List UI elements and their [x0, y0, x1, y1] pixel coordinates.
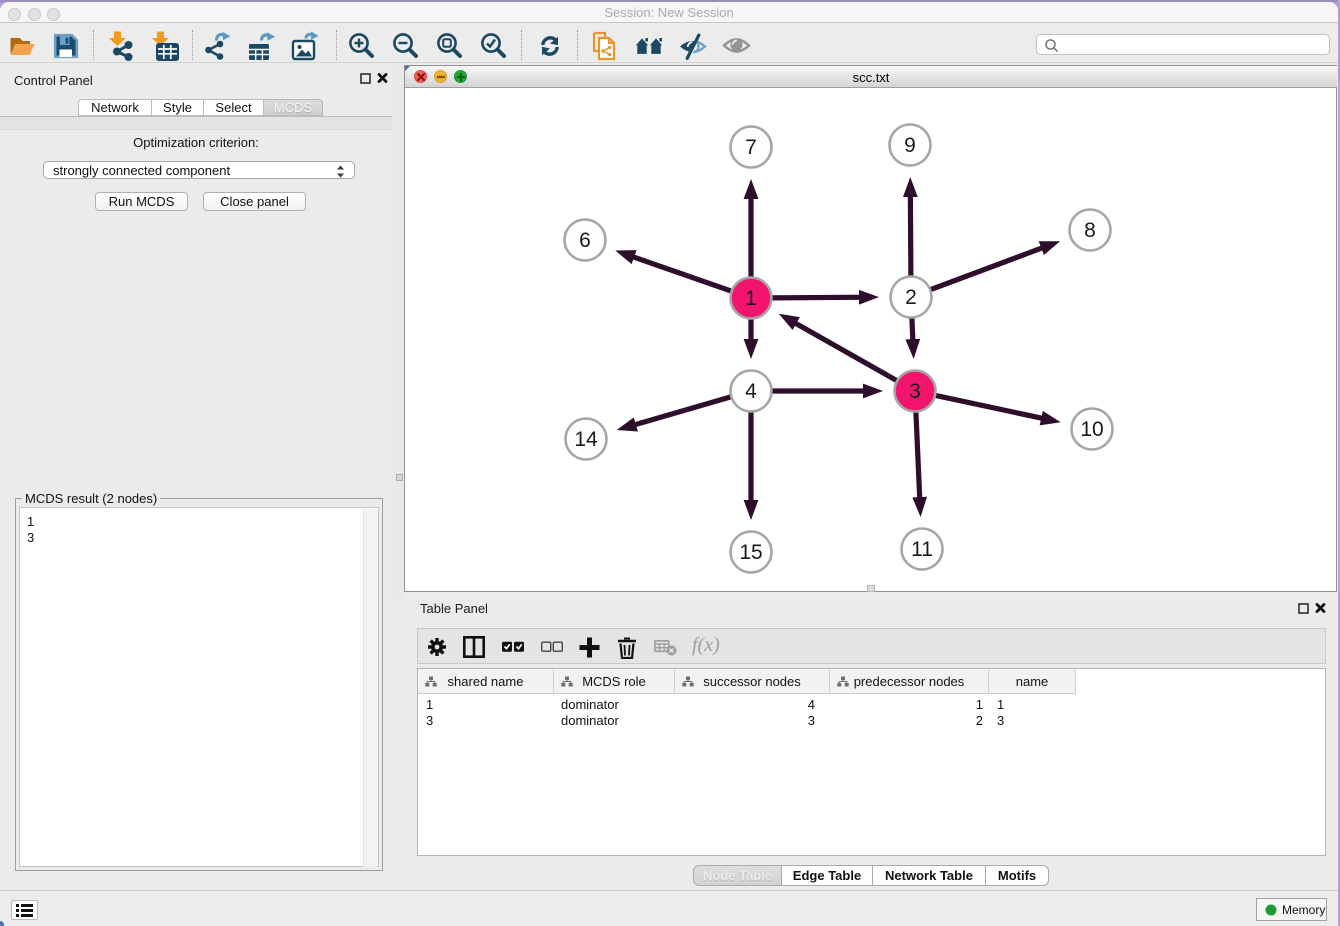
svg-text:10: 10	[1080, 418, 1103, 441]
svg-text:14: 14	[574, 428, 598, 451]
svg-text:3: 3	[909, 380, 921, 403]
svg-text:2: 2	[905, 286, 917, 309]
svg-text:6: 6	[579, 229, 591, 252]
svg-text:11: 11	[911, 538, 933, 561]
svg-text:8: 8	[1084, 219, 1096, 242]
svg-text:9: 9	[904, 134, 916, 157]
svg-text:1: 1	[745, 287, 757, 310]
svg-text:15: 15	[739, 541, 762, 564]
svg-text:7: 7	[745, 136, 757, 159]
svg-text:4: 4	[745, 380, 757, 403]
